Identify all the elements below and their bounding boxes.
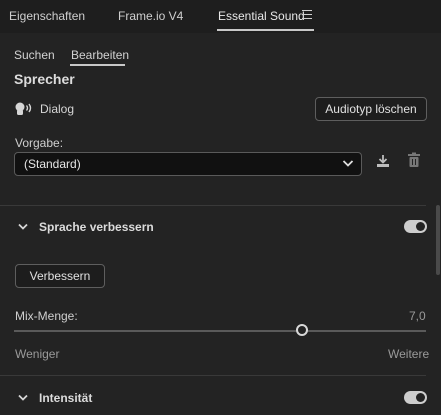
- divider: [0, 205, 426, 206]
- clip-type-title: Sprecher: [14, 71, 75, 87]
- clear-audio-type-button[interactable]: Audiotyp löschen: [315, 97, 427, 121]
- scrollbar[interactable]: [436, 205, 440, 275]
- intensity-toggle[interactable]: [404, 391, 427, 404]
- delete-preset-icon[interactable]: [407, 152, 421, 171]
- preset-value: (Standard): [24, 157, 81, 171]
- clip-type-label: Dialog: [40, 102, 75, 116]
- chevron-down-icon[interactable]: [18, 223, 28, 231]
- chevron-down-icon: [342, 160, 354, 167]
- enhance-speech-toggle[interactable]: [404, 220, 427, 233]
- hamburger-menu-icon[interactable]: [302, 10, 312, 20]
- divider: [0, 375, 426, 376]
- mix-amount-slider-thumb[interactable]: [296, 324, 309, 336]
- enhance-button[interactable]: Verbessern: [15, 264, 105, 288]
- section-intensity-header[interactable]: Intensität: [0, 383, 427, 415]
- slider-min-label: Weniger: [15, 347, 60, 361]
- subtab-suchen[interactable]: Suchen: [14, 48, 55, 62]
- subtab-bearbeiten[interactable]: Bearbeiten: [71, 48, 129, 62]
- preset-label: Vorgabe:: [15, 136, 64, 150]
- save-preset-icon[interactable]: [375, 153, 391, 172]
- chevron-down-icon[interactable]: [18, 394, 28, 402]
- tab-essential-sound[interactable]: Essential Sound: [218, 9, 305, 23]
- dialog-speaker-icon: [14, 102, 34, 119]
- mix-amount-value[interactable]: 7,0: [409, 309, 426, 323]
- active-tab-indicator: [217, 29, 314, 31]
- active-subtab-indicator: [70, 64, 125, 66]
- section-enhance-speech-header[interactable]: Sprache verbessern: [0, 212, 427, 244]
- panel-tab-bar: Eigenschaften Frame.io V4 Essential Soun…: [0, 0, 441, 33]
- section-enhance-speech-title: Sprache verbessern: [39, 220, 154, 234]
- tab-frameio[interactable]: Frame.io V4: [118, 9, 183, 23]
- mix-amount-slider-track[interactable]: [14, 330, 426, 332]
- slider-max-label: Weitere: [388, 347, 430, 361]
- mix-amount-label: Mix-Menge:: [15, 309, 78, 323]
- tab-eigenschaften[interactable]: Eigenschaften: [9, 9, 85, 23]
- preset-dropdown[interactable]: (Standard): [14, 152, 362, 176]
- section-intensity-title: Intensität: [39, 391, 93, 405]
